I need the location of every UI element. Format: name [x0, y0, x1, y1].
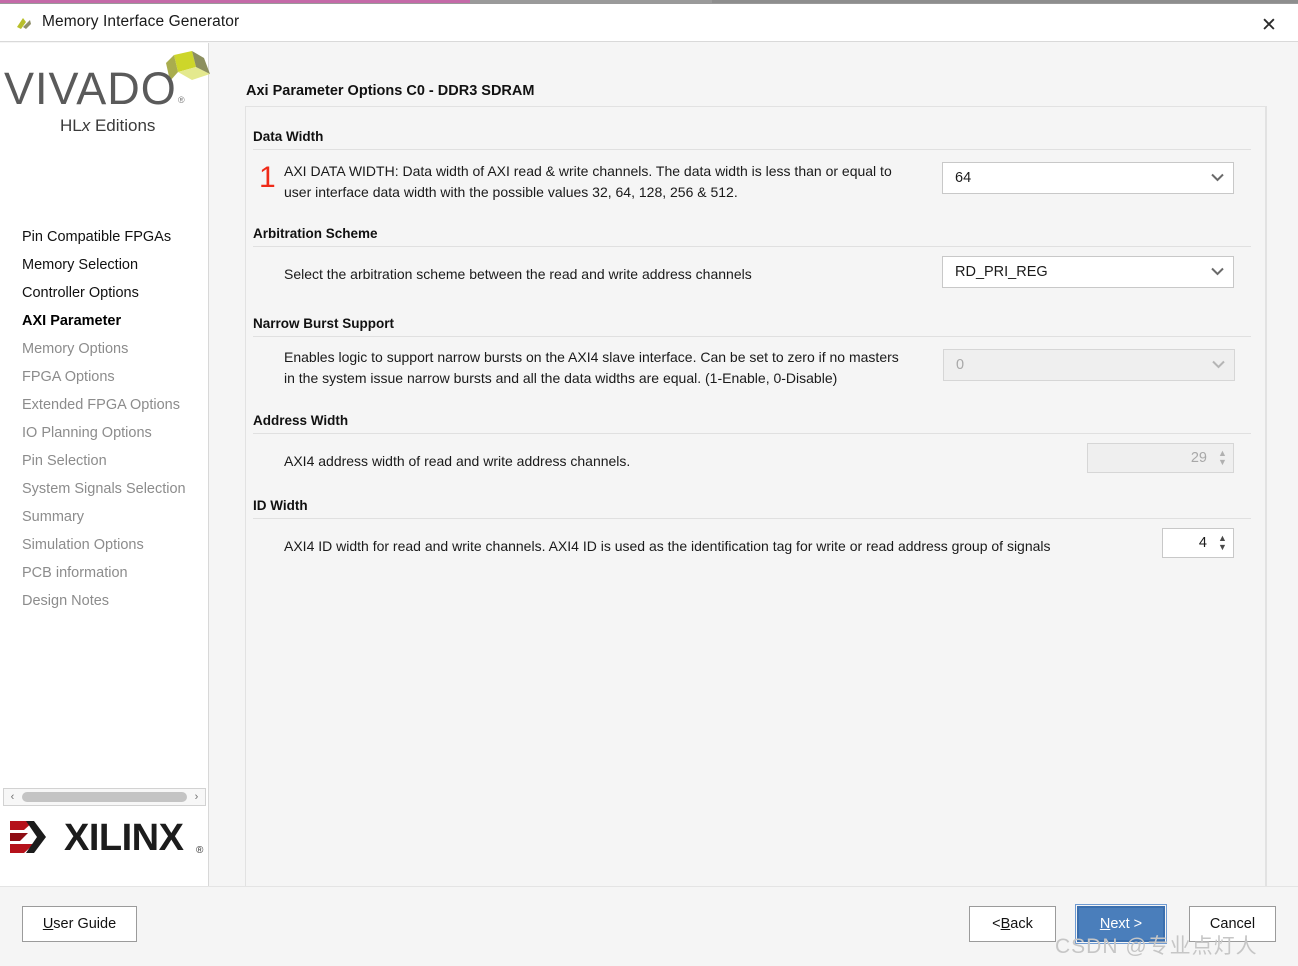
axi-data-width-combo[interactable]: 64: [942, 162, 1234, 194]
user-guide-accel: U: [42, 916, 54, 932]
id-width-spinner[interactable]: 4 ▲ ▼: [1162, 528, 1234, 558]
sidebar-item-pin-selection[interactable]: Pin Selection: [0, 447, 209, 475]
vivado-wordmark: VIVADO: [4, 63, 177, 114]
group-header-narrow-burst-support: Narrow Burst Support: [253, 316, 1251, 337]
description-data-width-line2: user interface data width with the possi…: [284, 184, 738, 200]
chevron-down-icon: [1208, 358, 1228, 372]
description-narrow-burst-line2: in the system issue narrow bursts and al…: [284, 370, 838, 386]
main-content: Axi Parameter Options C0 - DDR3 SDRAM Da…: [210, 43, 1298, 901]
arbitration-scheme-value: RD_PRI_REG: [955, 264, 1048, 280]
arbitration-scheme-combo[interactable]: RD_PRI_REG: [942, 256, 1234, 288]
window-title: Memory Interface Generator: [42, 13, 240, 30]
mig-wizard-window: Memory Interface Generator ✕ VIVADO ® HL…: [0, 0, 1298, 966]
description-address-width: AXI4 address width of read and write add…: [284, 453, 631, 469]
group-header-arbitration-scheme: Arbitration Scheme: [253, 226, 1251, 247]
vivado-leaf-icon: [14, 14, 34, 34]
description-id-width: AXI4 ID width for read and write channel…: [284, 538, 1051, 554]
sidebar-item-controller-options[interactable]: Controller Options: [0, 279, 209, 307]
options-panel: Data Width 1 AXI DATA WIDTH: Data width …: [245, 106, 1267, 901]
description-arbitration-scheme: Select the arbitration scheme between th…: [284, 266, 752, 282]
xilinx-logo-mark: [10, 821, 46, 853]
vivado-registered-mark: ®: [178, 95, 185, 105]
vivado-edition-post: Editions: [90, 116, 156, 135]
sidebar-item-memory-selection[interactable]: Memory Selection: [0, 251, 209, 279]
description-narrow-burst-support: Enables logic to support narrow bursts o…: [284, 347, 944, 389]
sidebar-item-fpga-options[interactable]: FPGA Options: [0, 363, 209, 391]
narrow-burst-support-combo[interactable]: 0: [943, 349, 1235, 381]
vivado-logo: VIVADO ® HLx Editions: [0, 51, 210, 171]
sidebar-item-summary[interactable]: Summary: [0, 503, 209, 531]
wizard-step-list: Pin Compatible FPGAs Memory Selection Co…: [0, 223, 209, 615]
sidebar-item-pin-compatible-fpgas[interactable]: Pin Compatible FPGAs: [0, 223, 209, 251]
group-header-id-width: ID Width: [253, 498, 1251, 519]
page-title: Axi Parameter Options C0 - DDR3 SDRAM: [246, 83, 535, 99]
sidebar-item-simulation-options[interactable]: Simulation Options: [0, 531, 209, 559]
scroll-right-arrow-icon[interactable]: ›: [188, 789, 205, 805]
description-data-width: AXI DATA WIDTH: Data width of AXI read &…: [284, 161, 924, 203]
back-prefix: <: [992, 916, 1001, 932]
sidebar-item-axi-parameter[interactable]: AXI Parameter: [0, 307, 209, 335]
user-guide-label: ser Guide: [53, 916, 117, 932]
narrow-burst-support-value: 0: [956, 357, 965, 373]
close-icon[interactable]: ✕: [1248, 10, 1290, 40]
address-width-value: 29: [1190, 450, 1207, 466]
sidebar-item-memory-options[interactable]: Memory Options: [0, 335, 209, 363]
step-marker-1: 1: [259, 161, 276, 194]
sidebar-item-design-notes[interactable]: Design Notes: [0, 587, 209, 615]
title-bar: Memory Interface Generator ✕: [0, 4, 1298, 42]
back-label: ack: [1010, 916, 1033, 932]
sidebar-item-system-signals-selection[interactable]: System Signals Selection: [0, 475, 209, 503]
sidebar-item-extended-fpga-options[interactable]: Extended FPGA Options: [0, 391, 209, 419]
sidebar-item-pcb-information[interactable]: PCB information: [0, 559, 209, 587]
description-narrow-burst-line1: Enables logic to support narrow bursts o…: [284, 349, 899, 365]
vivado-edition-label: HLx Editions: [60, 116, 155, 136]
user-guide-button[interactable]: User Guide: [22, 906, 137, 942]
xilinx-registered-mark: ®: [196, 845, 204, 856]
stepper-down-icon[interactable]: ▼: [1218, 543, 1227, 552]
sidebar-horizontal-scrollbar[interactable]: ‹ ›: [3, 788, 206, 806]
chevron-down-icon: [1207, 171, 1227, 185]
id-width-value: 4: [1198, 535, 1207, 551]
xilinx-logo: XILINX ®: [6, 813, 206, 873]
address-width-stepper-buttons[interactable]: ▲ ▼: [1215, 444, 1233, 472]
sidebar-item-io-planning-options[interactable]: IO Planning Options: [0, 419, 209, 447]
sidebar: VIVADO ® HLx Editions Pin Compatible FPG…: [0, 43, 210, 886]
group-header-data-width: Data Width: [253, 129, 1251, 150]
group-header-address-width: Address Width: [253, 413, 1251, 434]
top-strip-pink-segment: [0, 0, 470, 3]
axi-data-width-value: 64: [955, 170, 972, 186]
xilinx-wordmark: XILINX: [64, 817, 184, 859]
csdn-watermark: CSDN @专业点灯人: [1055, 935, 1258, 958]
scrollbar-thumb[interactable]: [22, 792, 187, 802]
description-data-width-line1: AXI DATA WIDTH: Data width of AXI read &…: [284, 163, 892, 179]
id-width-stepper-buttons[interactable]: ▲ ▼: [1215, 529, 1233, 557]
vivado-edition-italic: x: [81, 116, 91, 135]
back-accel: B: [1000, 916, 1011, 932]
chevron-down-icon: [1207, 265, 1227, 279]
address-width-spinner[interactable]: 29 ▲ ▼: [1087, 443, 1234, 473]
top-strip-gray-segment: [712, 0, 1298, 3]
stepper-down-icon[interactable]: ▼: [1218, 458, 1227, 467]
vivado-edition-pre: HL: [60, 116, 82, 135]
scroll-left-arrow-icon[interactable]: ‹: [4, 789, 21, 805]
back-button[interactable]: < Back: [969, 906, 1056, 942]
